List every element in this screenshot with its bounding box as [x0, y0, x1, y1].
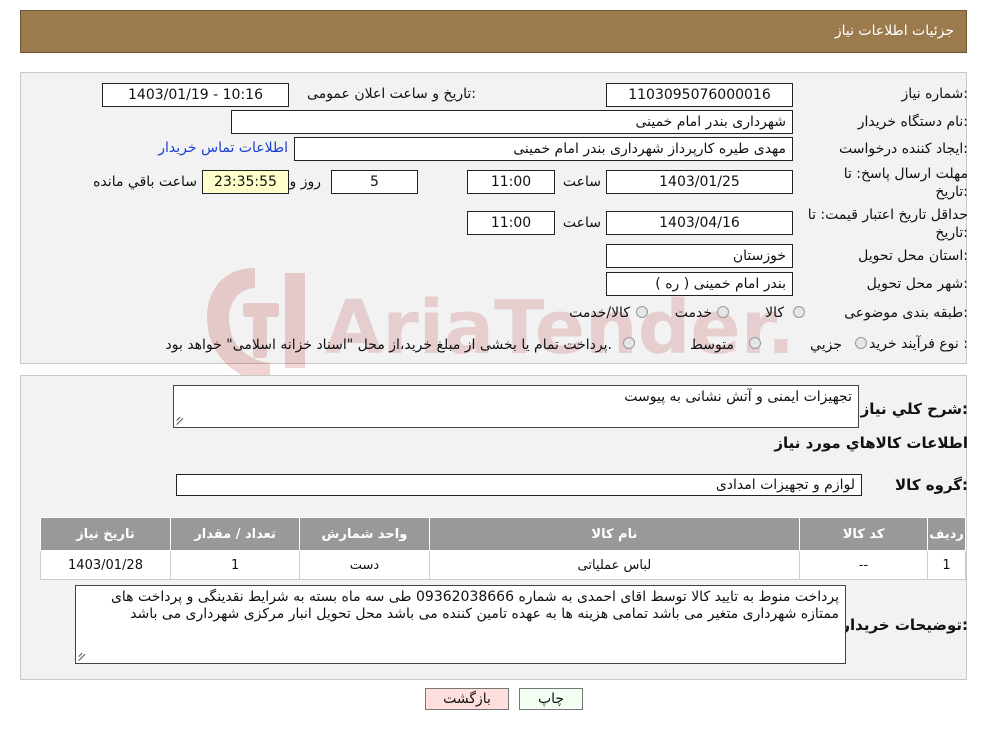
process-note: پرداخت تمام یا بخشی از مبلغ خرید،از محل …	[165, 337, 612, 353]
category-radio-service[interactable]	[717, 306, 729, 318]
table-row: 1 -- لباس عملیاتی دست 1 1403/01/28	[40, 550, 966, 580]
creator-field: مهدی طیره کارپرداز شهرداری بندر امام خمی…	[294, 137, 793, 161]
print-button[interactable]: چاپ	[519, 688, 583, 710]
province-field: خوزستان	[606, 244, 793, 268]
col-row-header: ردیف	[927, 517, 966, 551]
category-radio-goods[interactable]	[793, 306, 805, 318]
province-label: استان محل تحویل:	[858, 248, 968, 264]
cell-name: لباس عملیاتی	[428, 550, 801, 580]
general-desc-label: شرح کلي نیاز:	[860, 400, 968, 418]
cell-unit: دست	[299, 550, 430, 580]
cell-row: 1	[927, 550, 966, 580]
remaining-time-field: 23:35:55	[202, 170, 289, 194]
announce-label: تاریخ و ساعت اعلان عمومی:	[307, 86, 476, 102]
buyer-org-label: نام دستگاه خریدار:	[857, 114, 968, 130]
resize-grip-icon[interactable]	[177, 417, 185, 425]
buyer-org-field: شهرداری بندر امام خمینی	[231, 110, 793, 134]
price-validity-label: حداقل تاریخ اعتبار قیمت: تا تاریخ:	[807, 207, 968, 241]
col-unit-header: واحد شمارش	[299, 517, 430, 551]
city-label: شهر محل تحویل:	[866, 276, 968, 292]
process-radio-minor[interactable]	[855, 337, 867, 349]
reply-date-field: 1403/01/25	[606, 170, 793, 194]
category-option-service: خدمت	[674, 305, 712, 321]
reply-time-field: 11:00	[467, 170, 555, 194]
need-number-label: شماره نیاز:	[901, 86, 968, 102]
process-label: نوع فرآیند خرید :	[869, 336, 968, 352]
back-button[interactable]: بازگشت	[425, 688, 509, 710]
reply-time-label: ساعت	[562, 174, 601, 190]
cell-qty: 1	[169, 550, 301, 580]
buyer-notes-label: توضیحات خریدار:	[841, 616, 968, 634]
goods-section-title: اطلاعات کالاهاي مورد نیاز	[774, 434, 968, 452]
goods-table: ردیف کد کالا نام کالا واحد شمارش تعداد /…	[40, 517, 966, 580]
category-radio-goods-service[interactable]	[636, 306, 648, 318]
general-desc-text: تجهیزات ایمنی و آتش نشانی به پیوست	[624, 389, 852, 405]
process-option-minor: جزيي	[810, 337, 842, 353]
buyer-notes-text: پرداخت منوط به تایید کالا توسط اقای احمد…	[110, 589, 839, 622]
goods-group-label: گروه کالا:	[895, 476, 968, 494]
treasury-payment-checkbox[interactable]	[623, 337, 635, 349]
resize-grip-icon[interactable]	[79, 653, 87, 661]
days-label: روز و	[289, 174, 322, 190]
category-label: طبقه بندی موضوعی:	[844, 305, 968, 321]
price-time-field: 11:00	[467, 211, 555, 235]
col-date-header: تاریخ نیاز	[40, 517, 171, 551]
page-title: جزئیات اطلاعات نیاز	[834, 23, 954, 39]
col-code-header: کد کالا	[799, 517, 929, 551]
price-date-field: 1403/04/16	[606, 211, 793, 235]
category-option-goods: کالا	[765, 305, 784, 321]
goods-table-header-row: ردیف کد کالا نام کالا واحد شمارش تعداد /…	[40, 517, 966, 551]
general-desc-textarea[interactable]: تجهیزات ایمنی و آتش نشانی به پیوست	[173, 385, 859, 428]
process-radio-medium[interactable]	[749, 337, 761, 349]
city-field: بندر امام خمینی ( ره )	[606, 272, 793, 296]
process-option-medium: متوسط	[690, 337, 734, 353]
creator-label: ایجاد کننده درخواست:	[839, 141, 968, 157]
announce-field: 1403/01/19 - 10:16	[102, 83, 289, 107]
col-name-header: نام کالا	[428, 517, 801, 551]
cell-code: --	[799, 550, 929, 580]
category-option-goods-service: کالا/خدمت	[569, 305, 630, 321]
reply-deadline-label: مهلت ارسال پاسخ: تا تاریخ:	[843, 166, 968, 200]
need-number-field: 1103095076000016	[606, 83, 793, 107]
price-time-label: ساعت	[562, 215, 601, 231]
col-qty-header: تعداد / مقدار	[169, 517, 301, 551]
goods-group-field: لوازم و تجهیزات امدادی	[176, 474, 862, 496]
buyer-contact-link[interactable]: اطلاعات تماس خریدار	[158, 140, 288, 156]
buyer-notes-textarea[interactable]: پرداخت منوط به تایید کالا توسط اقای احمد…	[75, 585, 846, 664]
page-header: جزئیات اطلاعات نیاز	[20, 10, 967, 53]
cell-date: 1403/01/28	[40, 550, 171, 580]
remaining-time-label: ساعت باقي مانده	[93, 174, 197, 190]
days-field: 5	[331, 170, 418, 194]
